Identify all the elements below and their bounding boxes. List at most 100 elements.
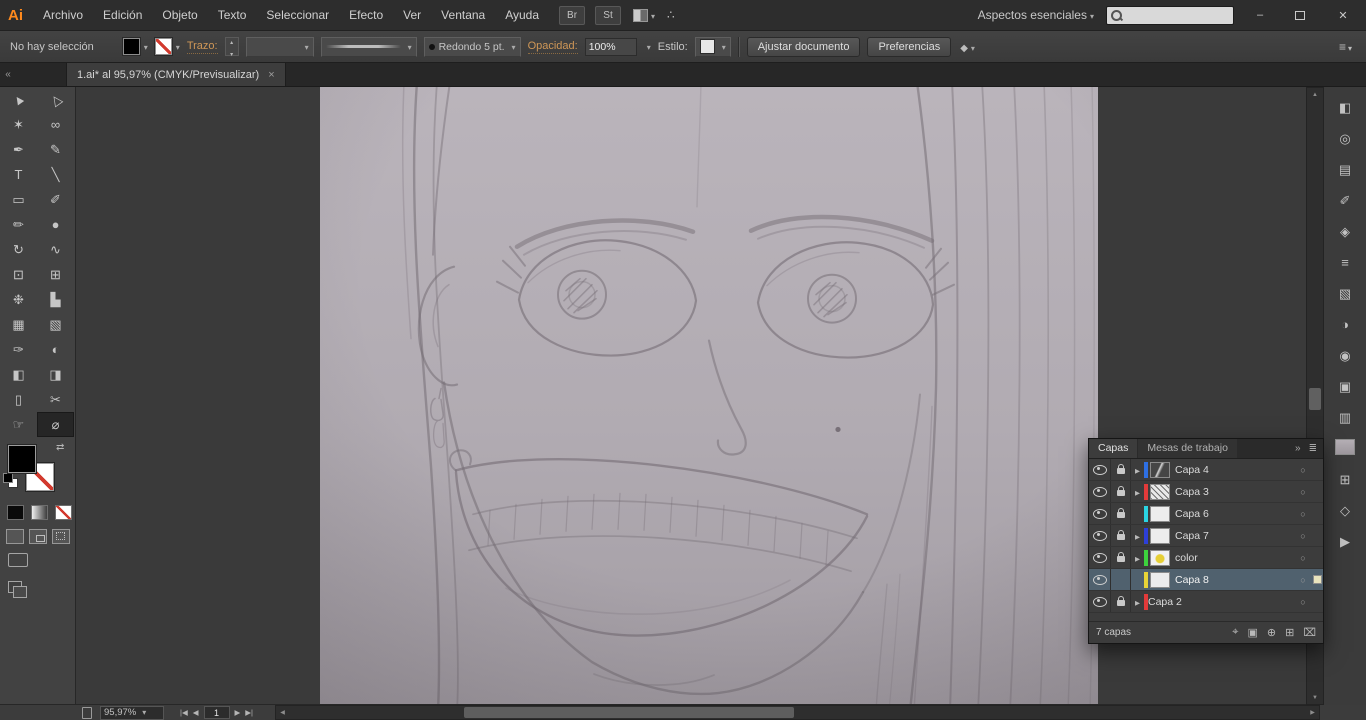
paintbrush-tool[interactable]: ✐ <box>37 187 74 212</box>
swap-fill-stroke-icon[interactable] <box>56 442 64 453</box>
rotate-tool[interactable]: ↻ <box>0 237 37 262</box>
stepper-up-icon[interactable] <box>230 35 233 47</box>
change-screen-mode-icon[interactable] <box>8 581 27 598</box>
previous-artboard-button[interactable]: ◀ <box>193 708 199 717</box>
panel-menu-icon[interactable] <box>1309 443 1317 454</box>
artboard-tool[interactable]: ▯ <box>0 387 37 412</box>
anchor-point-tool[interactable]: ✎ <box>37 137 74 162</box>
target-icon[interactable] <box>1294 486 1312 498</box>
layer-name[interactable]: Capa 6 <box>1175 508 1294 520</box>
draw-inside-icon[interactable] <box>52 529 70 544</box>
bridge-button[interactable]: Br <box>559 5 586 25</box>
brush-definition-select[interactable]: Redondo 5 pt. <box>423 36 521 57</box>
search-input[interactable] <box>1126 7 1220 23</box>
menu-ayuda[interactable]: Ayuda <box>495 8 549 22</box>
draw-normal-icon[interactable] <box>6 529 24 544</box>
layer-name[interactable]: Capa 8 <box>1175 574 1294 586</box>
cs-services-icon[interactable]: ∴ <box>667 8 675 22</box>
target-icon[interactable] <box>1294 508 1312 520</box>
width-profile-select[interactable] <box>320 36 417 57</box>
lock-toggle[interactable] <box>1111 569 1131 590</box>
navigator-panel-icon[interactable]: ⊞ <box>1333 469 1357 490</box>
blend-tool[interactable]: ◐ <box>37 337 74 362</box>
transparency-panel-icon[interactable]: ◑ <box>1333 314 1357 335</box>
stroke-swatch[interactable] <box>153 37 173 56</box>
vertical-scrollbar-thumb[interactable] <box>1309 388 1321 410</box>
fill-proxy-swatch[interactable] <box>7 444 37 474</box>
layer-row-capa-3[interactable]: Capa 3 <box>1089 481 1323 503</box>
swatches-panel-icon[interactable]: ▤ <box>1333 159 1357 180</box>
layer-name[interactable]: Capa 2 <box>1148 596 1294 608</box>
free-transform-tool[interactable]: ⊡ <box>0 262 37 287</box>
extras-button[interactable] <box>960 40 975 54</box>
opacity-input[interactable] <box>584 37 637 56</box>
symbols-panel-icon[interactable]: ◈ <box>1333 221 1357 242</box>
stroke-panel-link[interactable]: Trazo: <box>186 40 218 54</box>
menu-seleccionar[interactable]: Seleccionar <box>256 8 339 22</box>
first-artboard-button[interactable]: |◀ <box>180 708 188 717</box>
menu-archivo[interactable]: Archivo <box>33 8 93 22</box>
chevron-down-icon[interactable] <box>644 41 651 53</box>
selection-tool[interactable]: ▲ <box>0 87 37 112</box>
layer-thumbnail[interactable] <box>1150 483 1170 500</box>
menu-efecto[interactable]: Efecto <box>339 8 393 22</box>
layer-row-capa-6[interactable]: Capa 6 <box>1089 503 1323 525</box>
locate-object-button[interactable]: ⌖ <box>1232 626 1238 639</box>
graphic-style-select[interactable] <box>694 36 731 57</box>
scroll-up-icon[interactable] <box>1307 88 1323 101</box>
visibility-toggle[interactable] <box>1089 481 1111 502</box>
horizontal-scrollbar-thumb[interactable] <box>464 707 794 718</box>
layer-name[interactable]: color <box>1175 552 1294 564</box>
target-icon[interactable] <box>1294 530 1312 542</box>
tab-capas[interactable]: Capas <box>1089 439 1138 458</box>
draw-behind-icon[interactable] <box>29 529 47 544</box>
layer-thumbnail[interactable] <box>1150 527 1170 544</box>
target-icon[interactable] <box>1294 552 1312 564</box>
stroke-panel-icon[interactable]: ≡ <box>1333 252 1357 273</box>
stock-button[interactable]: St <box>595 5 622 25</box>
visibility-toggle[interactable] <box>1089 591 1111 612</box>
new-layer-button[interactable]: ⊞ <box>1285 626 1294 639</box>
menu-ventana[interactable]: Ventana <box>431 8 495 22</box>
eyedropper-tool[interactable]: ✑ <box>0 337 37 362</box>
fill-swatch[interactable] <box>121 37 141 56</box>
none-button[interactable] <box>55 505 72 520</box>
direct-selection-tool[interactable]: △ <box>37 87 74 112</box>
scroll-down-icon[interactable] <box>1307 691 1323 704</box>
next-artboard-button[interactable]: ▶ <box>235 708 241 717</box>
visibility-toggle[interactable] <box>1089 503 1111 524</box>
target-icon[interactable] <box>1294 574 1312 586</box>
layer-row-capa-2[interactable]: Capa 2 <box>1089 439 1355 613</box>
target-icon[interactable] <box>1294 464 1312 476</box>
layer-name[interactable]: Capa 4 <box>1175 464 1294 476</box>
close-button[interactable]: ✕ <box>1326 5 1360 25</box>
layer-thumbnail[interactable] <box>1150 571 1170 588</box>
new-sublayer-button[interactable]: ⊕ <box>1267 626 1276 639</box>
layer-row-capa-7[interactable]: Capa 7 <box>1089 525 1323 547</box>
menu-ver[interactable]: Ver <box>393 8 431 22</box>
lock-toggle[interactable] <box>1111 525 1131 546</box>
blob-brush-tool[interactable]: ● <box>37 212 74 237</box>
brushes-panel-icon[interactable]: ✐ <box>1333 190 1357 211</box>
expand-arrow-icon[interactable] <box>1131 596 1144 608</box>
layer-row-capa-4[interactable]: Capa 4 <box>1089 459 1323 481</box>
slice-tool[interactable]: ✂ <box>37 387 74 412</box>
appearance-panel-icon[interactable]: ◉ <box>1333 345 1357 366</box>
last-artboard-button[interactable]: ▶| <box>245 708 253 717</box>
stroke-color-control[interactable] <box>153 37 180 56</box>
menu-texto[interactable]: Texto <box>208 8 257 22</box>
zoom-tool[interactable]: ⌀ <box>37 412 74 437</box>
arrange-documents-button[interactable] <box>633 8 655 22</box>
scroll-right-icon[interactable] <box>1306 706 1319 719</box>
layer-thumbnail[interactable] <box>1150 461 1170 478</box>
line-segment-tool[interactable]: ╲ <box>37 162 74 187</box>
perspective-grid-tool[interactable]: ⊞ <box>37 262 74 287</box>
layer-row-color[interactable]: color <box>1089 547 1323 569</box>
lasso-tool[interactable]: ∞ <box>37 112 74 137</box>
stroke-width-select[interactable] <box>245 36 314 57</box>
fill-color-control[interactable] <box>121 37 148 56</box>
magic-wand-tool[interactable]: ✶ <box>0 112 37 137</box>
gradient-button[interactable] <box>31 505 48 520</box>
panel-collapse-icon[interactable]: » <box>1295 443 1301 454</box>
live-paint-bucket-tool[interactable]: ◧ <box>0 362 37 387</box>
